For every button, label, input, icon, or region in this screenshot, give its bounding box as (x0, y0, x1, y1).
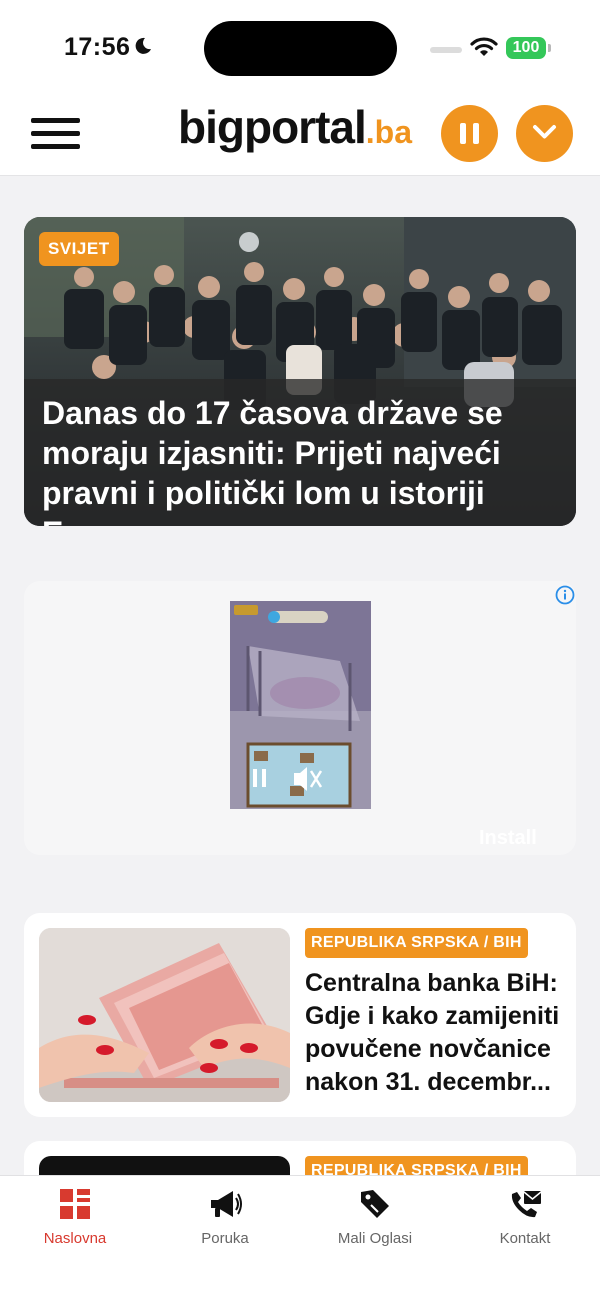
ad-info-icon[interactable] (555, 585, 575, 605)
phone-mail-icon (511, 1191, 542, 1218)
news-card[interactable]: REPUBLIKA SRPSKA / BIH Centralna banka B… (24, 913, 576, 1117)
menu-icon[interactable] (31, 118, 80, 150)
status-time: 17:56 (64, 33, 131, 61)
tab-poruka[interactable]: Poruka (150, 1176, 300, 1266)
tab-label: Kontakt (499, 1230, 551, 1247)
tab-naslovna[interactable]: Naslovna (0, 1176, 150, 1266)
home-grid-icon (60, 1189, 90, 1219)
site-logo[interactable]: bigportal.ba (178, 100, 412, 160)
megaphone-icon (211, 1191, 242, 1217)
tab-label: Naslovna (43, 1230, 107, 1247)
cellular-signal-icon (430, 47, 462, 53)
logo-main-text: bigportal (178, 101, 367, 153)
ad-video[interactable] (230, 601, 371, 809)
expand-button[interactable] (516, 105, 573, 162)
tab-label: Poruka (201, 1230, 249, 1247)
news-thumbnail (39, 928, 290, 1102)
news-headline[interactable]: Centralna banka BiH: Gdje i kako zamijen… (305, 967, 567, 1099)
logo-tld-text: .ba (365, 114, 412, 150)
focus-moon-icon (135, 37, 151, 54)
category-badge[interactable]: REPUBLIKA SRPSKA / BIH (305, 928, 528, 958)
app-screen: 17:56 100 bigportal.ba SVIJET Danas do 1… (0, 0, 600, 1299)
ad-install-button[interactable]: Install (479, 827, 537, 850)
tab-label: Mali Oglasi (337, 1230, 413, 1247)
dynamic-island (204, 21, 397, 76)
category-badge[interactable]: SVIJET (39, 232, 119, 266)
ad-banner[interactable]: Install (24, 581, 576, 855)
hero-headline[interactable]: Danas do 17 časova države se moraju izja… (42, 393, 562, 526)
tab-mali-oglasi[interactable]: Mali Oglasi (300, 1176, 450, 1266)
battery-indicator: 100 (506, 37, 546, 59)
app-header: bigportal.ba (0, 96, 600, 176)
battery-cap (548, 44, 551, 52)
chevron-down-icon (533, 125, 556, 139)
hero-article-card[interactable]: SVIJET Danas do 17 časova države se mora… (24, 217, 576, 526)
ad-video-frame (230, 601, 371, 809)
pause-button[interactable] (441, 105, 498, 162)
wifi-icon (470, 37, 498, 56)
tag-icon (361, 1190, 389, 1218)
status-bar: 17:56 100 (0, 0, 600, 96)
bottom-tab-bar: Naslovna Poruka Mali Oglasi Kontakt (0, 1175, 600, 1299)
tab-kontakt[interactable]: Kontakt (450, 1176, 600, 1266)
